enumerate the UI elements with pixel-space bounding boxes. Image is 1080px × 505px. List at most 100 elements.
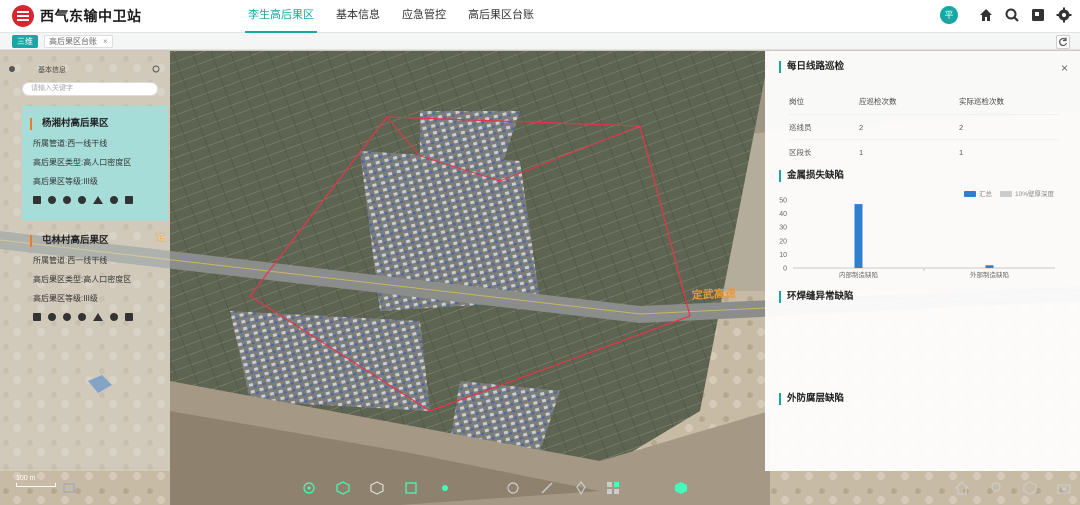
cell-role: 巡线员	[789, 123, 812, 132]
cell-role: 区段长	[789, 148, 812, 157]
patrol-table: 岗位 应巡检次数 实际巡检次数 巡线员 2 2 区段长 1 1	[789, 89, 1059, 164]
location-icon[interactable]	[989, 481, 1003, 495]
tab-3d[interactable]: 三维	[12, 35, 38, 48]
user-avatar[interactable]: 平	[940, 6, 958, 24]
tab-ledger-label: 高后果区台账	[49, 37, 97, 46]
col-header-role: 岗位	[789, 97, 804, 106]
person-icon[interactable]	[110, 313, 118, 321]
cell-actual: 2	[959, 123, 964, 132]
cube-icon[interactable]	[336, 481, 350, 495]
search-icon[interactable]	[1004, 7, 1020, 23]
y-tick-label: 50	[779, 198, 787, 205]
hca-pipeline: 所属管道:西一线干线	[33, 139, 108, 148]
search-input[interactable]: 请输入关键字	[22, 82, 158, 96]
table-header-row: 岗位 应巡检次数 实际巡检次数	[789, 89, 1059, 114]
bar-summary-0[interactable]	[854, 204, 863, 268]
hca-card-yangxiang[interactable]: 杨湘村高后果区 所属管道:西一线干线 高后果区类型:高人口密度区 高后果区等级:…	[22, 106, 168, 221]
gear-icon[interactable]	[125, 196, 133, 204]
nav-item-ledger[interactable]: 高后果区台账	[465, 0, 537, 33]
person-icon[interactable]	[110, 196, 118, 204]
coating-section-title: 外防腐层缺陷	[779, 393, 844, 405]
hca-level: 高后果区等级:III级	[33, 294, 98, 303]
map-toolbar	[0, 471, 1080, 505]
cell-actual: 1	[959, 148, 964, 157]
y-tick-label: 20	[779, 238, 787, 245]
compass-icon[interactable]	[63, 313, 71, 321]
x-tick-label: 内部制造缺陷	[839, 270, 878, 279]
metal-loss-section-title: 金属损失缺陷	[779, 170, 844, 182]
chart-svg: 50 40 30 20 10 0 内部制造缺陷 外部制造缺陷	[779, 198, 1055, 279]
home-icon[interactable]	[48, 196, 56, 204]
scale-bar	[16, 483, 56, 487]
tab-close-icon[interactable]: ×	[103, 37, 108, 46]
hca-card-tunlin[interactable]: 屯林村高后果区 所属管道:西一线干线 高后果区类型:高人口密度区 高后果区等级:…	[22, 223, 168, 333]
tab-bar: 三维 高后果区台账 ×	[0, 33, 1080, 50]
header-tools: 平	[940, 6, 1072, 24]
hca-card-actions	[22, 313, 168, 327]
settings-icon[interactable]	[1056, 7, 1072, 23]
top-header: 西气东输中卫站 李生高后果区 基本信息 应急管控 高后果区台账 平	[0, 0, 1080, 33]
y-tick-label: 30	[779, 225, 787, 232]
hca-type: 高后果区类型:高人口密度区	[33, 158, 132, 167]
home-icon[interactable]	[48, 313, 56, 321]
hca-card-actions	[22, 196, 168, 210]
nav-item-basic-info[interactable]: 基本信息	[333, 0, 383, 33]
grid-icon[interactable]	[606, 481, 620, 495]
right-stats-panel: 每日线路巡检 × 岗位 应巡检次数 实际巡检次数 巡线员 2 2 区段长 1 1…	[765, 51, 1080, 471]
table-row: 区段长 1 1	[789, 139, 1059, 164]
panel-menu-icon[interactable]	[8, 65, 16, 73]
weld-section-title: 环焊缝异常缺陷	[779, 291, 854, 303]
hca-pipeline: 所属管道:西一线干线	[33, 256, 108, 265]
warning-icon[interactable]	[93, 313, 103, 321]
fullscreen-icon[interactable]	[1030, 7, 1046, 23]
panel-refresh-icon[interactable]	[152, 65, 160, 73]
table-row: 巡线员 2 2	[789, 114, 1059, 139]
point-icon[interactable]	[438, 481, 452, 495]
refresh-icon[interactable]	[1056, 35, 1070, 49]
left-panel-title: 基本信息	[38, 67, 66, 74]
home-icon[interactable]	[978, 7, 994, 23]
main-nav: 李生高后果区 基本信息 应急管控 高后果区台账	[245, 0, 553, 33]
left-info-panel: 基本信息 请输入关键字 杨湘村高后果区 所属管道:西一线干线 高后果区类型:高人…	[0, 51, 170, 471]
y-tick-label: 0	[783, 266, 787, 273]
hca-card-title: 杨湘村高后果区	[30, 118, 168, 130]
cell-required: 1	[859, 148, 864, 157]
area-icon[interactable]	[506, 481, 520, 495]
measure-icon[interactable]	[404, 481, 418, 495]
ruler-icon[interactable]	[540, 481, 554, 495]
document-icon[interactable]	[33, 196, 41, 204]
nav-item-emergency-control[interactable]: 应急管控	[399, 0, 449, 33]
cell-required: 2	[859, 123, 864, 132]
pin-icon[interactable]	[574, 481, 588, 495]
nav-item-high-consequence-area[interactable]: 李生高后果区	[245, 0, 317, 33]
layers-icon[interactable]	[62, 481, 76, 495]
patrol-section-title: 每日线路巡检	[779, 61, 844, 73]
y-tick-label: 10	[779, 252, 787, 259]
document-icon[interactable]	[33, 313, 41, 321]
camera-icon[interactable]	[1057, 481, 1071, 495]
3d-view-icon[interactable]	[1023, 481, 1037, 495]
bar-summary-1[interactable]	[985, 265, 994, 268]
col-header-required: 应巡检次数	[859, 97, 897, 106]
col-header-actual: 实际巡检次数	[959, 97, 1004, 106]
app-title: 西气东输中卫站	[40, 8, 142, 24]
hexagon-icon[interactable]	[674, 481, 688, 495]
target-icon[interactable]	[302, 481, 316, 495]
map-scale: 100 m	[16, 475, 56, 487]
hca-level: 高后果区等级:III级	[33, 177, 98, 186]
compass-icon[interactable]	[63, 196, 71, 204]
location-icon[interactable]	[78, 196, 86, 204]
close-icon[interactable]: ×	[1061, 61, 1068, 75]
x-tick-label: 外部制造缺陷	[970, 270, 1009, 279]
metal-loss-chart: 汇总 10%壁厚深度 50 40 30 20 10 0 内部制造缺陷 外部制造缺陷	[765, 183, 1080, 283]
location-icon[interactable]	[78, 313, 86, 321]
scale-label: 100 m	[16, 475, 36, 482]
warning-icon[interactable]	[93, 196, 103, 204]
hca-card-title: 屯林村高后果区	[30, 235, 168, 247]
gear-icon[interactable]	[125, 313, 133, 321]
hca-type: 高后果区类型:高人口密度区	[33, 275, 132, 284]
left-panel-header: 基本信息	[8, 63, 160, 77]
box-icon[interactable]	[370, 481, 384, 495]
tab-ledger[interactable]: 高后果区台账 ×	[44, 35, 113, 48]
home-view-icon[interactable]	[955, 481, 969, 495]
